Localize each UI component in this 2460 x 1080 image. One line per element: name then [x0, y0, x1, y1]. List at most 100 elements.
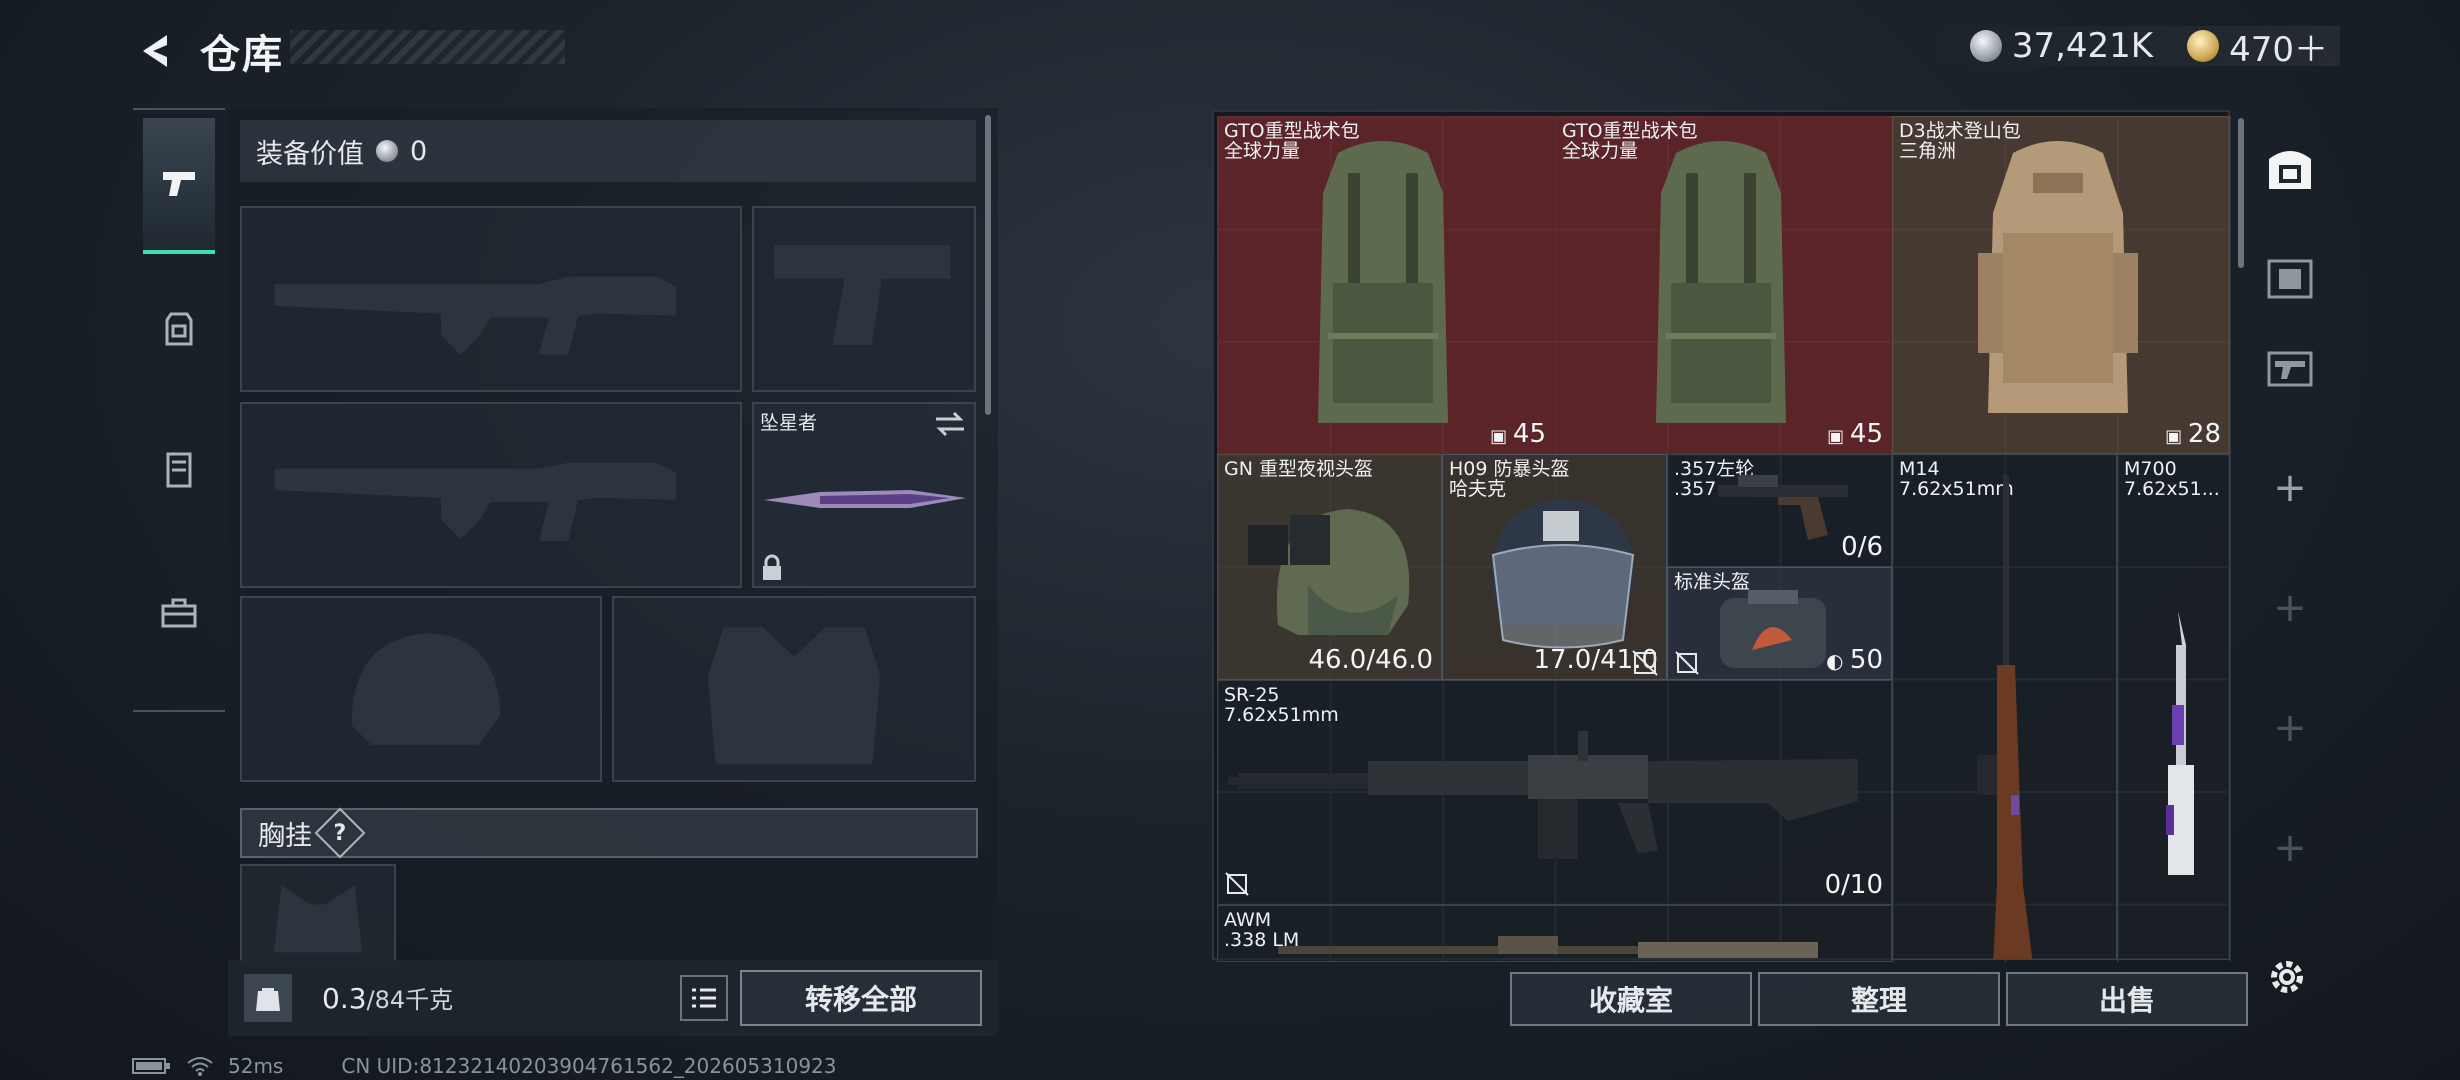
- item-value: ▣ 45: [1490, 419, 1546, 449]
- gold-amount[interactable]: 470＋: [2229, 22, 2328, 71]
- settings-button[interactable]: [2262, 952, 2312, 1002]
- stash-item[interactable]: SR-25 7.62x51mm 0/10: [1217, 680, 1892, 905]
- stash-item[interactable]: GTO重型战术包 全球力量 ▣ 45: [1555, 116, 1892, 454]
- awm-rifle-art: [1278, 936, 1818, 958]
- silver-coin-icon: [376, 140, 398, 162]
- stash-item[interactable]: .357左轮 .357 0/6: [1667, 454, 1892, 567]
- melee-slot[interactable]: 坠星者: [752, 402, 976, 588]
- helmet-silhouette-icon: [351, 633, 501, 745]
- backpack-art: [1318, 141, 1448, 423]
- sell-button[interactable]: 出售: [2006, 972, 2248, 1026]
- melee-label: 坠星者: [760, 412, 818, 434]
- back-button[interactable]: [128, 22, 186, 80]
- no-repair-icon: [1632, 650, 1658, 676]
- plus-icon: +: [2273, 465, 2307, 511]
- stash-home-icon: [2269, 151, 2311, 189]
- equipment-value-header: 装备价值 0: [240, 120, 976, 182]
- chest-rig-header: 胸挂 ?: [240, 807, 978, 859]
- helmet-bag-art: [1720, 590, 1826, 668]
- item-value: ◐ 50: [1826, 645, 1883, 675]
- title-stripe: [290, 30, 565, 64]
- item-value: ▣ 45: [1827, 419, 1883, 449]
- armor-slot[interactable]: [612, 596, 976, 782]
- plus-icon: +: [2273, 825, 2307, 871]
- item-value: 46.0/46.0: [1308, 645, 1433, 675]
- item-name: M700: [2124, 458, 2177, 480]
- equipment-value-label: 装备价值: [256, 138, 364, 170]
- status-bar: 52ms CN UID:8123214020390476156​2_202605…: [132, 1054, 837, 1078]
- rifle-silhouette-icon: [274, 276, 676, 355]
- collection-button[interactable]: 收藏室: [1510, 972, 1752, 1026]
- tab-stash-3[interactable]: [2255, 318, 2325, 418]
- help-label: ?: [333, 820, 347, 846]
- stash-item[interactable]: H09 防暴头盔 哈夫克 17.0/41.0: [1442, 454, 1667, 680]
- stash-item[interactable]: D3战术登山包 三角洲 ▣ 28: [1892, 116, 2230, 454]
- item-subtitle: 7.62x51...: [2124, 478, 2220, 500]
- pistol-icon: [163, 172, 195, 196]
- weight-icon: [244, 974, 292, 1022]
- primary-weapon-slot-1[interactable]: [240, 206, 742, 392]
- night-vision-helmet-art: [1248, 509, 1410, 635]
- stash-item[interactable]: M700 7.62x51...: [2117, 454, 2230, 960]
- no-repair-icon: [1675, 651, 1699, 675]
- capacity-icon: ▣: [1490, 426, 1513, 447]
- durability-icon: ◐: [1826, 649, 1850, 673]
- stash-scrollbar[interactable]: [2238, 118, 2244, 268]
- stash-item[interactable]: 标准头盔 ◐ 50: [1667, 567, 1892, 680]
- back-arrow-icon: [143, 35, 167, 67]
- riot-helmet-art: [1491, 499, 1635, 649]
- primary-weapon-slot-2[interactable]: [240, 402, 742, 588]
- tab-backpack[interactable]: [143, 260, 215, 396]
- item-value: 0/10: [1824, 870, 1883, 900]
- pistol-slot[interactable]: [752, 206, 976, 392]
- plus-icon: +: [2273, 585, 2307, 631]
- transfer-all-button[interactable]: 转移全部: [740, 970, 982, 1026]
- weight-current: 0.3: [322, 982, 367, 1015]
- stash-item[interactable]: GN 重型夜视头盔 46.0/46.0: [1217, 454, 1442, 680]
- ping: 52ms: [228, 1054, 284, 1078]
- m700-rifle-art: [2166, 611, 2194, 875]
- wifi-icon: [187, 1057, 213, 1076]
- weight-readout: 0.3/84千克: [322, 980, 453, 1015]
- weight-max: /84千克: [366, 986, 454, 1014]
- sr25-rifle-art: [1228, 731, 1858, 859]
- help-button[interactable]: ?: [314, 807, 366, 859]
- item-name: GN 重型夜视头盔: [1224, 458, 1373, 480]
- stash-item[interactable]: GTO重型战术包 全球力量 ▣ 45: [1217, 116, 1555, 454]
- weapon-stash-icon: [2267, 351, 2313, 387]
- page-title: 仓库: [200, 32, 284, 78]
- silver-amount: 37,421K: [2011, 26, 2154, 66]
- locked-stash-tab: +: [2255, 558, 2325, 658]
- tab-tools[interactable]: [143, 544, 215, 680]
- gear-icon: [2271, 961, 2303, 993]
- plus-icon: +: [2273, 705, 2307, 751]
- pistol-silhouette-icon: [773, 245, 951, 345]
- user-uid: CN UID:8123214020390476156​2_20260531092…: [341, 1054, 837, 1078]
- list-view-button[interactable]: [680, 975, 728, 1021]
- item-name: SR-25: [1224, 684, 1280, 706]
- karambit-knife-art: [764, 490, 966, 508]
- tab-main-stash[interactable]: [2255, 118, 2325, 218]
- tab-weapons[interactable]: [143, 118, 215, 254]
- add-stash-tab-button[interactable]: +: [2255, 438, 2325, 538]
- toolbox-icon: [161, 598, 197, 628]
- swap-icon[interactable]: [932, 410, 968, 438]
- no-repair-icon: [1225, 872, 1249, 896]
- organize-button[interactable]: 整理: [1758, 972, 2000, 1026]
- chest-rig-slot[interactable]: [240, 864, 396, 964]
- item-value: ▣ 28: [2165, 419, 2221, 449]
- chest-rig-silhouette-icon: [273, 885, 363, 953]
- list-icon: [692, 988, 716, 1008]
- vest-silhouette-icon: [707, 627, 881, 765]
- stash-item[interactable]: AWM .338 LM: [1217, 905, 1892, 962]
- scrollbar[interactable]: [985, 115, 991, 415]
- tab-armor[interactable]: [143, 402, 215, 538]
- stash-item[interactable]: M14 7.62x51mm: [1892, 454, 2117, 960]
- tab-stash-2[interactable]: [2255, 228, 2325, 328]
- battery-icon: [132, 1058, 170, 1074]
- rifle-silhouette-icon: [274, 462, 676, 541]
- locked-stash-tab: +: [2255, 798, 2325, 898]
- helmet-slot[interactable]: [240, 596, 602, 782]
- revolver-art: [1718, 475, 1848, 540]
- backpack-art: [1978, 141, 2138, 413]
